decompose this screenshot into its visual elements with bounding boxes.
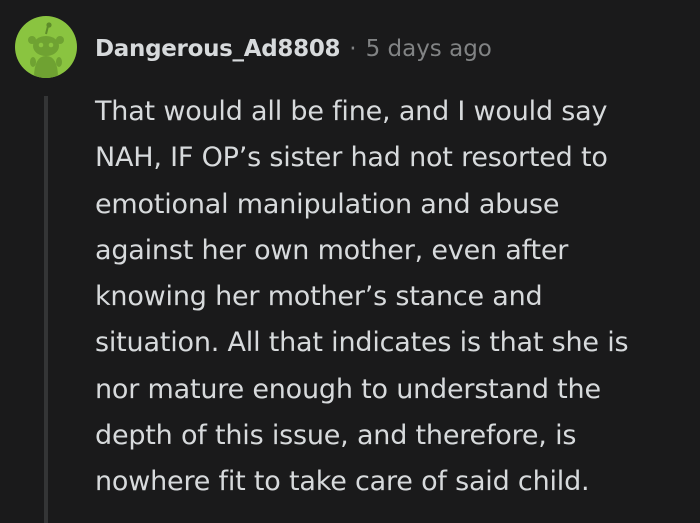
comment-header: Dangerous_Ad8808 · 5 days ago bbox=[95, 32, 492, 66]
comment-body-line: That would all be fine, and I would say bbox=[95, 96, 608, 127]
user-avatar[interactable] bbox=[15, 16, 77, 78]
comment-body-line: NAH, IF OP’s sister had not resorted to bbox=[95, 142, 608, 174]
comment: Dangerous_Ad8808 · 5 days ago That would… bbox=[0, 0, 700, 523]
comment-body-line: nowhere fit to take care of said child. bbox=[95, 466, 590, 498]
comment-body-line: depth of this issue, and therefore, is bbox=[95, 420, 577, 452]
comment-body-line: emotional manipulation and abuse bbox=[95, 188, 560, 220]
comment-body-line: nor mature enough to understand the bbox=[95, 373, 601, 405]
separator-dot: · bbox=[349, 36, 357, 62]
comment-body: That would all be fine, and I would say … bbox=[95, 89, 685, 506]
comment-timestamp[interactable]: 5 days ago bbox=[366, 36, 492, 62]
snoo-avatar-icon bbox=[28, 22, 64, 78]
comment-body-line: knowing her mother’s stance and bbox=[95, 281, 543, 313]
comment-body-line: against her own mother, even after bbox=[95, 234, 569, 266]
author-username[interactable]: Dangerous_Ad8808 bbox=[95, 36, 341, 62]
thread-collapse-line[interactable] bbox=[44, 96, 48, 523]
comment-body-line: situation. All that indicates is that sh… bbox=[95, 327, 629, 359]
